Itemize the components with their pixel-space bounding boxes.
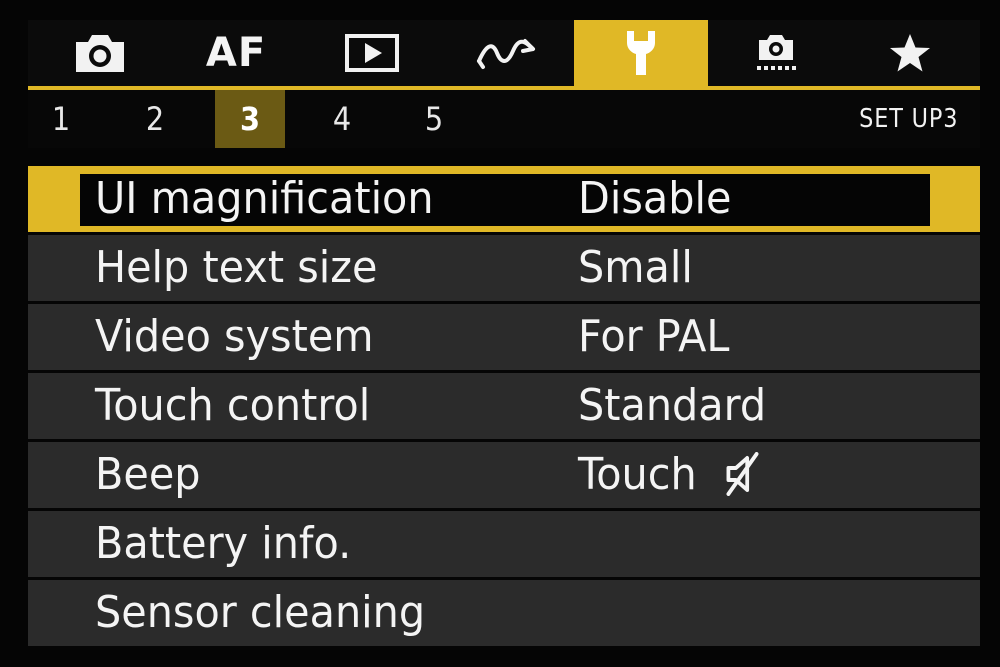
main-tab-bar: AF: [28, 20, 980, 86]
star-icon: [890, 34, 930, 72]
menu-item-value-container: Touch: [578, 442, 761, 508]
wireless-icon: [477, 39, 535, 69]
tab-af[interactable]: AF: [188, 20, 284, 86]
tab-shooting[interactable]: [52, 20, 148, 86]
tab-wireless[interactable]: [458, 20, 554, 86]
page-tab-row: 1 2 3 4 5 SET UP3: [28, 90, 980, 148]
menu-item-value: Disable: [578, 173, 732, 224]
tab-my-menu[interactable]: [862, 20, 958, 86]
menu-item-value: Touch: [578, 449, 697, 500]
menu-row-battery-info[interactable]: Battery info.: [28, 511, 980, 577]
tab-playback[interactable]: [324, 20, 420, 86]
af-tab-label: AF: [205, 30, 267, 76]
menu-row-touch-control[interactable]: Touch control Standard: [28, 373, 980, 439]
menu-row-sensor-cleaning[interactable]: Sensor cleaning: [28, 580, 980, 646]
menu-item-name: Beep: [95, 449, 201, 500]
page-label: SET UP3: [858, 104, 958, 134]
page-tab-1[interactable]: 1: [26, 90, 96, 148]
menu-row-ui-magnification[interactable]: UI magnification Disable: [28, 166, 980, 232]
menu-item-name: Video system: [95, 311, 374, 362]
menu-item-value: Standard: [578, 380, 767, 431]
camera-icon: [76, 35, 124, 72]
settings-menu-list: UI magnification Disable Help text size …: [28, 166, 980, 649]
menu-item-name: UI magnification: [95, 173, 434, 224]
playback-icon: [345, 34, 399, 72]
menu-row-help-text-size[interactable]: Help text size Small: [28, 235, 980, 301]
menu-item-value: For PAL: [578, 311, 730, 362]
tab-custom-functions[interactable]: [728, 20, 824, 86]
menu-row-beep[interactable]: Beep Touch: [28, 442, 980, 508]
page-tab-3[interactable]: 3: [215, 90, 285, 148]
menu-item-name: Battery info.: [95, 518, 352, 569]
custom-functions-icon: [757, 35, 796, 70]
menu-item-name: Sensor cleaning: [95, 587, 426, 638]
wrench-icon: [627, 31, 655, 75]
menu-item-name: Help text size: [95, 242, 378, 293]
speaker-mute-icon: [726, 452, 759, 496]
page-tab-2[interactable]: 2: [120, 90, 190, 148]
page-tab-5[interactable]: 5: [399, 90, 469, 148]
menu-item-value: Small: [578, 242, 693, 293]
menu-item-name: Touch control: [95, 380, 371, 431]
tab-setup[interactable]: [574, 20, 708, 86]
page-tab-4[interactable]: 4: [307, 90, 377, 148]
camera-menu-screen: AF 1 2 3 4 5 SET UP3 UI magnification Di…: [0, 0, 1000, 667]
menu-row-video-system[interactable]: Video system For PAL: [28, 304, 980, 370]
